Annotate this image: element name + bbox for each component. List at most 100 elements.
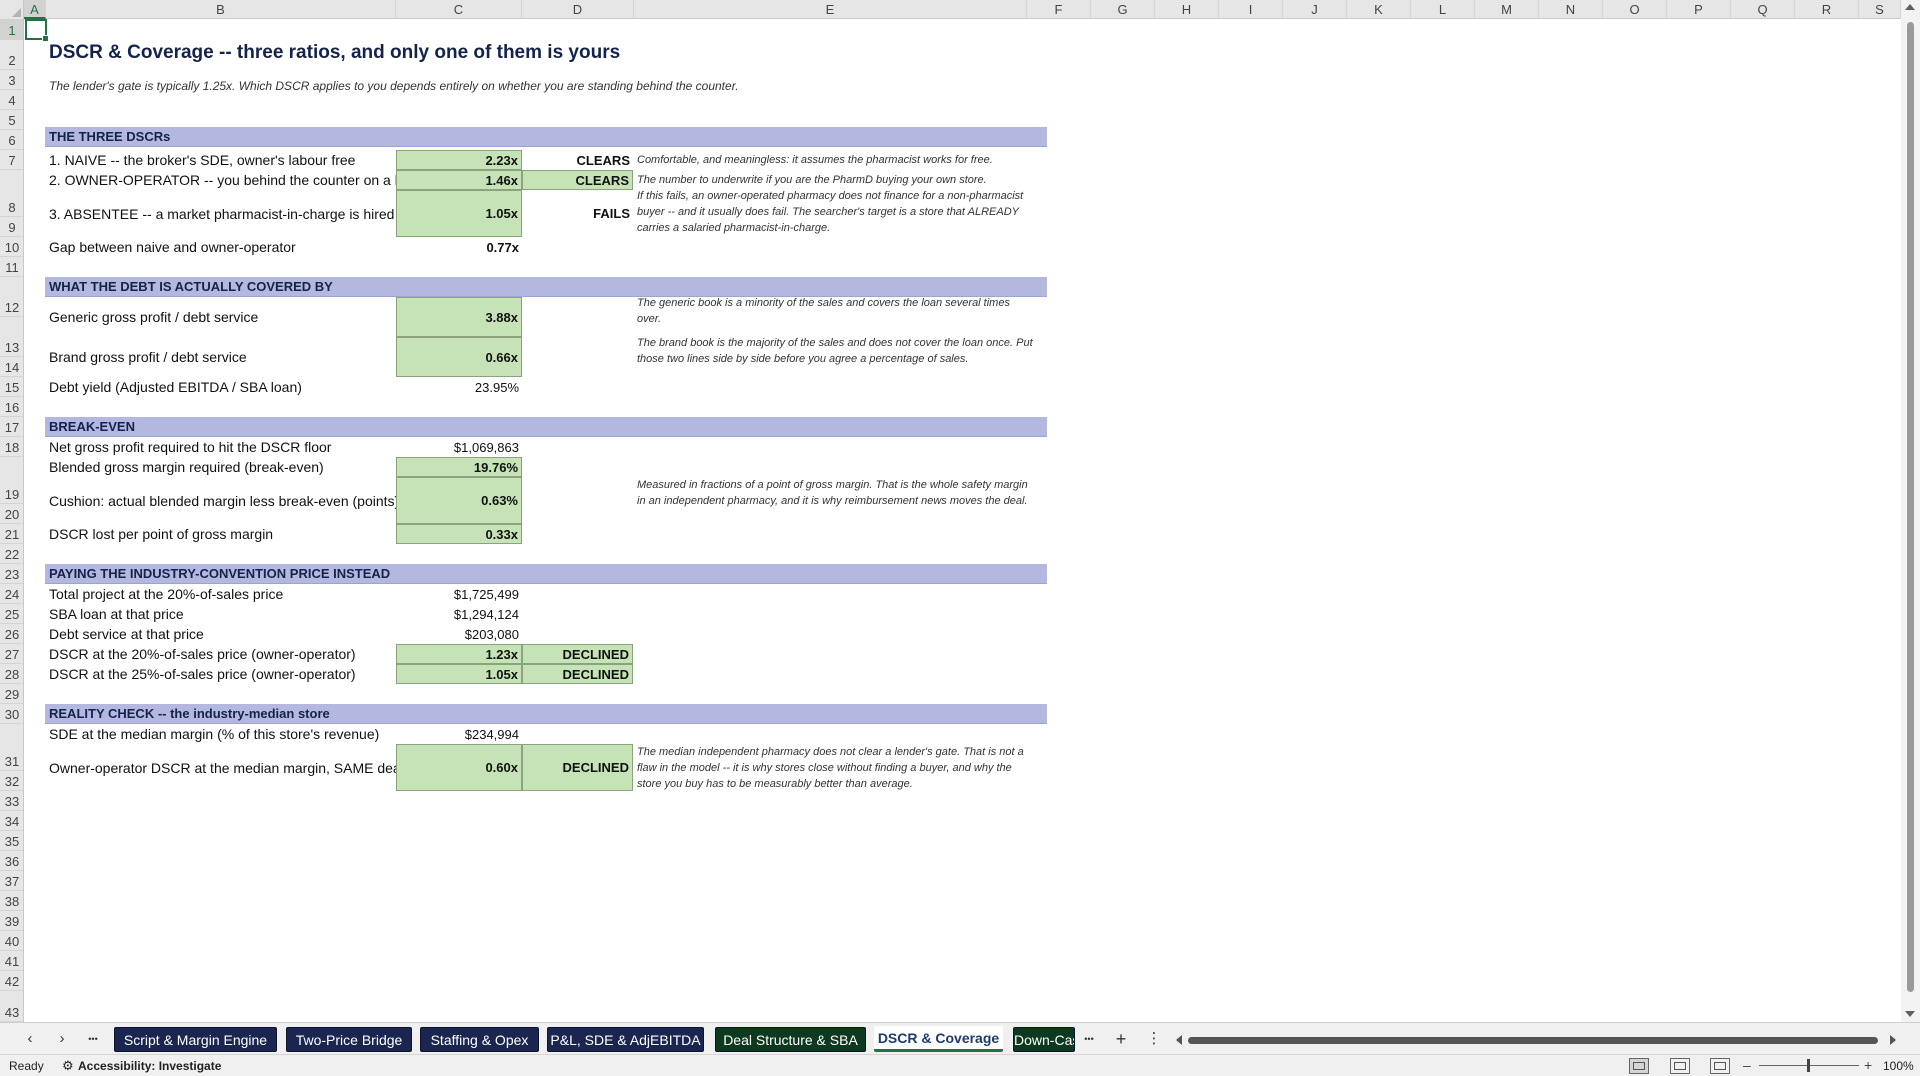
row-header[interactable]: 13 — [0, 317, 23, 357]
cell-label[interactable]: Blended gross margin required (break-eve… — [49, 457, 420, 477]
column-header-j[interactable]: J — [1283, 0, 1347, 19]
scroll-thumb[interactable] — [1907, 22, 1914, 992]
status-badge[interactable]: CLEARS — [522, 150, 633, 170]
cell-value[interactable]: $1,294,124 — [396, 604, 522, 624]
cell-value[interactable]: $1,725,499 — [396, 584, 522, 604]
column-header-p[interactable]: P — [1667, 0, 1731, 19]
column-header-d[interactable]: D — [522, 0, 634, 19]
cell-value[interactable]: 1.05x — [396, 664, 522, 684]
column-header-i[interactable]: I — [1219, 0, 1283, 19]
row-header[interactable]: 23 — [0, 564, 23, 584]
column-header-h[interactable]: H — [1155, 0, 1219, 19]
row-header[interactable]: 12 — [0, 277, 23, 317]
zoom-in-icon[interactable]: + — [1864, 1057, 1872, 1073]
row-header[interactable]: 5 — [0, 110, 23, 130]
horizontal-scrollbar[interactable] — [1176, 1033, 1899, 1047]
row-header[interactable]: 15 — [0, 377, 23, 397]
zoom-out-icon[interactable]: – — [1743, 1057, 1751, 1073]
cell-note[interactable]: Measured in fractions of a point of gros… — [637, 477, 1037, 509]
row-header[interactable]: 6 — [0, 130, 23, 150]
cell-value[interactable]: 2.23x — [396, 150, 522, 170]
row-header[interactable]: 3 — [0, 70, 23, 90]
cell-note[interactable]: The number to underwrite if you are the … — [637, 172, 1037, 188]
cell-label[interactable]: DSCR lost per point of gross margin — [49, 524, 420, 544]
cell-note[interactable]: The generic book is a minority of the sa… — [637, 295, 1037, 327]
row-header[interactable]: 29 — [0, 684, 23, 704]
status-badge[interactable]: DECLINED — [522, 644, 633, 664]
row-header[interactable]: 36 — [0, 851, 23, 871]
row-header[interactable]: 14 — [0, 357, 23, 377]
row-header[interactable]: 17 — [0, 417, 23, 437]
accessibility-status[interactable]: Accessibility: Investigate — [78, 1059, 221, 1073]
cell-value[interactable]: 1.46x — [396, 170, 522, 190]
cell-label[interactable]: Brand gross profit / debt service — [49, 337, 420, 377]
row-header[interactable]: 40 — [0, 931, 23, 951]
sheet-grid[interactable]: DSCR & Coverage -- three ratios, and onl… — [25, 19, 1901, 1022]
tab-staffing-opex[interactable]: Staffing & Opex — [420, 1027, 539, 1052]
cell-label[interactable]: Total project at the 20%-of-sales price — [49, 584, 420, 604]
row-header[interactable]: 19 — [0, 457, 23, 504]
row-header[interactable]: 32 — [0, 771, 23, 791]
cell-value[interactable]: 0.60x — [396, 744, 522, 791]
vertical-scrollbar[interactable] — [1901, 0, 1920, 1022]
status-badge[interactable]: DECLINED — [522, 664, 633, 684]
column-header-c[interactable]: C — [396, 0, 522, 19]
zoom-slider-thumb[interactable] — [1807, 1059, 1810, 1072]
cell-value[interactable]: 1.05x — [396, 190, 522, 237]
column-header-r[interactable]: R — [1795, 0, 1859, 19]
row-header[interactable]: 27 — [0, 644, 23, 664]
cell-label[interactable]: 2. OWNER-OPERATOR -- you behind the coun… — [49, 170, 396, 190]
column-header-n[interactable]: N — [1539, 0, 1603, 19]
column-header-k[interactable]: K — [1347, 0, 1411, 19]
row-header[interactable]: 10 — [0, 237, 23, 257]
cell-value[interactable]: 3.88x — [396, 297, 522, 337]
cell-value[interactable]: 23.95% — [396, 377, 522, 397]
column-header-s[interactable]: S — [1859, 0, 1901, 19]
add-sheet-button[interactable]: + — [1110, 1029, 1132, 1049]
row-header[interactable]: 33 — [0, 791, 23, 811]
cell-label[interactable]: Net gross profit required to hit the DSC… — [49, 437, 420, 457]
next-sheet-icon[interactable]: › — [51, 1029, 73, 1049]
scroll-left-icon[interactable] — [1176, 1035, 1182, 1045]
column-header-o[interactable]: O — [1603, 0, 1667, 19]
accessibility-icon[interactable]: ⚙ — [62, 1058, 74, 1074]
row-header[interactable]: 20 — [0, 504, 23, 524]
column-header-m[interactable]: M — [1475, 0, 1539, 19]
cell-value[interactable]: $203,080 — [396, 624, 522, 644]
row-header[interactable]: 35 — [0, 831, 23, 851]
cell-value[interactable]: 0.63% — [396, 477, 522, 524]
row-header[interactable]: 31 — [0, 724, 23, 771]
row-header[interactable]: 8 — [0, 170, 23, 217]
column-header-b[interactable]: B — [46, 0, 396, 19]
tab-two-price-bridge[interactable]: Two-Price Bridge — [286, 1027, 412, 1052]
row-header[interactable]: 28 — [0, 664, 23, 684]
row-header[interactable]: 7 — [0, 150, 23, 170]
status-badge[interactable]: FAILS — [522, 190, 633, 237]
row-header[interactable]: 1 — [0, 19, 23, 40]
column-header-e[interactable]: E — [634, 0, 1027, 19]
scroll-right-icon[interactable] — [1890, 1035, 1896, 1045]
cell-label[interactable]: SBA loan at that price — [49, 604, 420, 624]
scroll-up-icon[interactable] — [1905, 4, 1915, 10]
cell-label[interactable]: Owner-operator DSCR at the median margin… — [49, 744, 420, 791]
row-header[interactable]: 24 — [0, 584, 23, 604]
scroll-down-icon[interactable] — [1905, 1011, 1915, 1017]
cell-value[interactable]: 0.66x — [396, 337, 522, 377]
prev-sheet-icon[interactable]: ‹ — [19, 1029, 41, 1049]
cell-label[interactable]: DSCR at the 25%-of-sales price (owner-op… — [49, 664, 420, 684]
row-header[interactable]: 30 — [0, 704, 23, 724]
select-all-corner[interactable] — [0, 0, 24, 19]
more-sheets-right-button[interactable]: ••• — [1078, 1029, 1100, 1049]
cell-value[interactable]: 19.76% — [396, 457, 522, 477]
cell-label[interactable]: SDE at the median margin (% of this stor… — [49, 724, 420, 744]
more-sheets-left-button[interactable]: ••• — [82, 1029, 104, 1049]
row-header[interactable]: 16 — [0, 397, 23, 417]
page-layout-view-icon[interactable] — [1670, 1058, 1690, 1074]
zoom-level[interactable]: 100% — [1883, 1059, 1914, 1073]
row-header[interactable]: 34 — [0, 811, 23, 831]
cell-label[interactable]: Debt yield (Adjusted EBITDA / SBA loan) — [49, 377, 420, 397]
status-badge[interactable]: DECLINED — [522, 744, 633, 791]
row-header[interactable]: 37 — [0, 871, 23, 891]
cell-label[interactable]: 1. NAIVE -- the broker's SDE, owner's la… — [49, 150, 420, 170]
row-header[interactable]: 22 — [0, 544, 23, 564]
